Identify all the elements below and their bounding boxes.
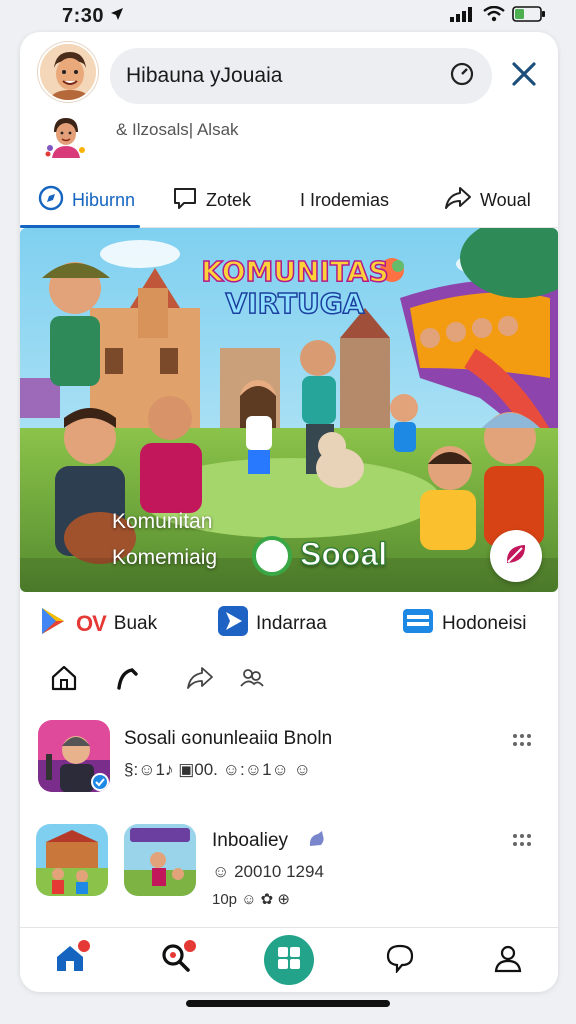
people-icon: [238, 666, 266, 695]
location-arrow-icon: [110, 7, 124, 26]
app-label: Buak: [113, 613, 158, 634]
header-subline: & Ilzosals| Alsak: [116, 120, 239, 139]
tab-zotek[interactable]: Zotek: [172, 184, 251, 216]
arrow-app-icon: [218, 606, 248, 642]
tab-woual[interactable]: Woual: [444, 184, 531, 216]
banner-caption-bold: Sooal: [299, 535, 388, 572]
app-symbol: OV: [76, 611, 107, 636]
nav-home[interactable]: [50, 938, 92, 980]
refresh-icon[interactable]: [448, 60, 476, 93]
more-dots-icon: [512, 733, 532, 752]
notification-badge: [182, 938, 198, 954]
banner-title-line2: VIRTUGA: [225, 287, 365, 321]
nav-messages[interactable]: [380, 940, 420, 980]
tab-label: Hiburnn: [72, 189, 136, 210]
search-input[interactable]: Hibauna yJouaia: [110, 48, 492, 104]
play-store-icon: [38, 606, 68, 642]
banner-caption-line1: Komunitan: [112, 510, 213, 533]
bottom-nav: [20, 927, 558, 992]
more-dots-icon: [512, 833, 532, 852]
nav-create-button[interactable]: [264, 935, 314, 985]
close-icon: [511, 61, 537, 92]
share-action-button[interactable]: [184, 664, 216, 696]
tab-label: I Irodemias: [300, 189, 390, 210]
nav-search[interactable]: [156, 938, 198, 980]
apps-row: OV Buak Indarraa Hodoneisi: [20, 602, 558, 646]
home-action-button[interactable]: [48, 664, 80, 696]
post-thumbnail[interactable]: [124, 824, 196, 896]
status-bar: 7:30: [0, 0, 576, 32]
compass-icon: [38, 185, 64, 216]
post-meta: ☺ 20010 1294: [212, 862, 324, 881]
mail-app-icon: [402, 606, 434, 642]
list-item[interactable]: Inboaliey ☺ 20010 1294 10p ☺ ✿ ⊕: [20, 822, 558, 918]
app-hodoneisi[interactable]: Hodoneisi: [402, 608, 527, 640]
more-button[interactable]: [508, 728, 536, 756]
action-row: [20, 660, 558, 700]
home-indicator: [186, 1000, 390, 1007]
signal-icon: [450, 6, 476, 27]
more-button[interactable]: [508, 828, 536, 856]
banner-action-button[interactable]: [490, 530, 542, 582]
featured-banner[interactable]: KOMUNITAS VIRTUGA Komunitan Komemiaig So…: [20, 228, 558, 592]
post-thumbnail[interactable]: [38, 720, 110, 792]
share-icon: [444, 185, 472, 216]
post-meta-secondary: 10p ☺ ✿ ⊕: [212, 891, 290, 908]
chat-icon: [172, 185, 198, 216]
app-label: Indarraa: [256, 613, 327, 634]
post-title: Sosali ɢonunleaiiɑ Bnoln: [124, 728, 333, 749]
nav-profile[interactable]: [488, 940, 528, 980]
post-meta: §:☺1♪ ▣00. ☺:☺1☺ ☺: [124, 760, 311, 779]
search-text: Hibauna yJouaia: [126, 64, 283, 87]
main-card: Hibauna yJouaia & Ilzosals| Alsak Hiburn…: [20, 32, 558, 992]
avatar[interactable]: [38, 42, 98, 102]
tab-irodemias[interactable]: I Irodemias: [300, 184, 389, 216]
banner-title: KOMUNITAS VIRTUGA: [200, 255, 390, 321]
green-ring-icon: [252, 536, 292, 576]
tab-hiburnn[interactable]: Hiburnn: [38, 184, 135, 216]
like-icon: [306, 828, 328, 855]
list-item[interactable]: Sosali ɢonunleaiiɑ Bnoln §:☺1♪ ▣00. ☺:☺1…: [20, 718, 558, 808]
post-title: Inboaliey: [212, 830, 289, 851]
app-label: Hodoneisi: [442, 613, 527, 634]
tab-label: Woual: [480, 189, 531, 210]
notification-badge: [76, 938, 92, 954]
hook-icon: [114, 664, 142, 697]
profile-icon: [493, 943, 523, 978]
reply-action-button[interactable]: [112, 664, 144, 696]
people-action-button[interactable]: [236, 664, 268, 696]
tab-bar: Hiburnn Zotek I Irodemias Woual: [20, 174, 558, 228]
wifi-icon: [483, 5, 505, 27]
tab-label: Zotek: [206, 189, 252, 210]
banner-title-line1: KOMUNITAS: [201, 255, 390, 289]
leaf-icon: [502, 540, 530, 573]
header: Hibauna yJouaia & Ilzosals| Alsak: [20, 32, 558, 192]
share-icon: [186, 665, 214, 696]
home-icon: [50, 664, 78, 697]
battery-icon: [512, 5, 546, 28]
banner-caption-line2: Komemiaig: [112, 546, 218, 569]
small-avatar[interactable]: [42, 112, 90, 160]
app-indarraa[interactable]: Indarraa: [218, 606, 327, 642]
grid-plus-icon: [276, 945, 302, 976]
post-thumbnail[interactable]: [36, 824, 108, 896]
app-buak[interactable]: OV Buak: [38, 608, 157, 640]
chat-bubble-icon: [385, 943, 415, 978]
status-time: 7:30: [62, 4, 105, 27]
verified-icon: [90, 772, 110, 792]
close-button[interactable]: [506, 58, 542, 94]
